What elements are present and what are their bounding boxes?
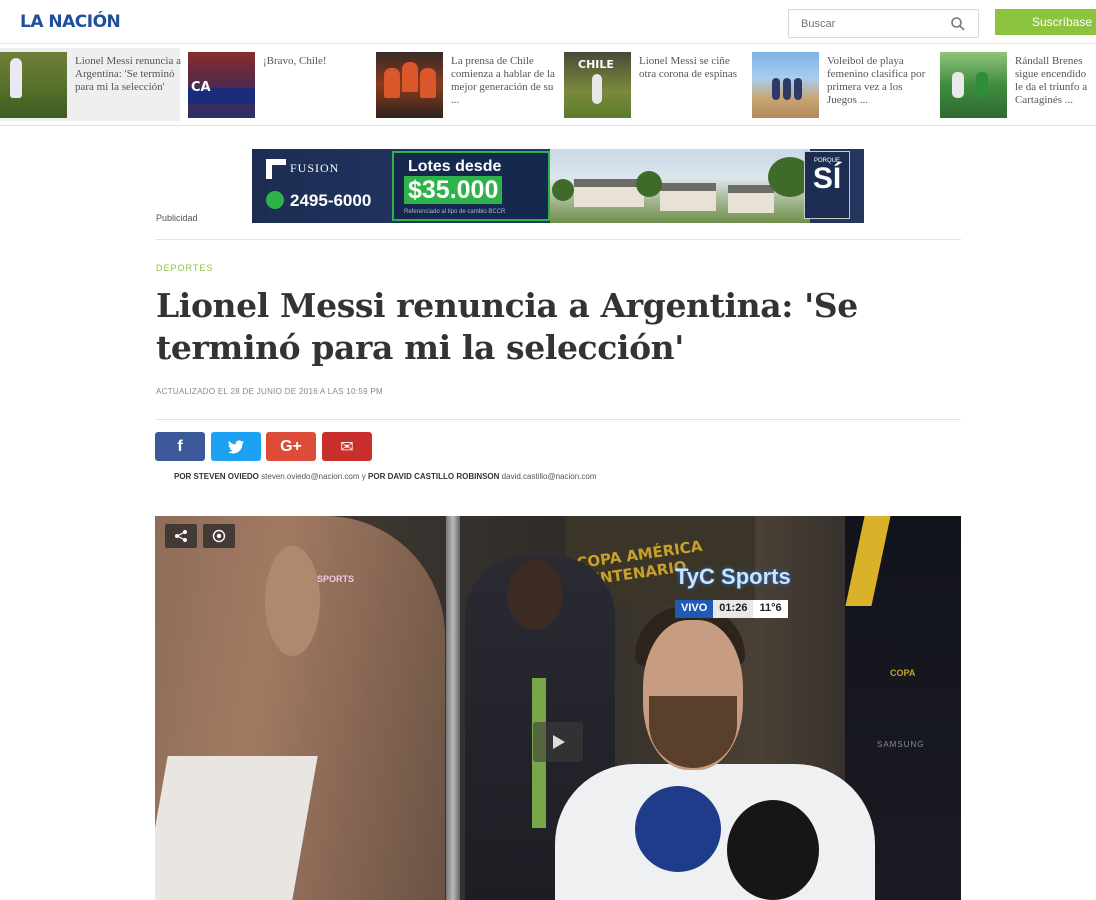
headline-thumbnail[interactable] <box>752 52 819 118</box>
captions-icon <box>212 529 226 543</box>
headline-caption[interactable]: La prensa de Chile comienza a hablar de … <box>451 55 559 107</box>
ad-photo <box>550 149 812 223</box>
tyc-sports-logo: TyC Sports <box>675 564 791 589</box>
headline-item[interactable]: La prensa de Chile comienza a hablar de … <box>376 48 556 121</box>
search-box[interactable] <box>788 9 979 38</box>
ad-tagline: PORQUE SÍ <box>804 151 850 219</box>
ad-banner[interactable]: FUSION 2495-6000 Lotes desde $35.000 Ref… <box>252 149 864 223</box>
headline-caption[interactable]: Lionel Messi se ciñe otra corona de espi… <box>639 55 747 81</box>
author-1-email[interactable]: steven.oviedo@nacion.com <box>261 472 359 481</box>
search-icon[interactable] <box>950 16 966 32</box>
share-icon <box>175 530 187 542</box>
googleplus-share-button[interactable]: G+ <box>266 432 316 461</box>
play-button[interactable] <box>533 722 583 762</box>
video-sponsor-text: SAMSUNG <box>877 740 925 749</box>
video-player[interactable]: COPA SAMSUNG COPA AMÉRICA CENTENARIO SPO… <box>155 516 961 900</box>
headline-thumbnail[interactable] <box>940 52 1007 118</box>
video-captions-button[interactable] <box>203 524 235 548</box>
video-share-button[interactable] <box>165 524 197 548</box>
search-input[interactable] <box>789 10 939 37</box>
live-indicator: VIVO 01:26 11°6 <box>675 600 788 618</box>
ad-offer: Lotes desde $35.000 Referenciado al tipo… <box>392 151 550 221</box>
headline-strip: Lionel Messi renuncia a Argentina: 'Se t… <box>0 48 1096 126</box>
facebook-share-button[interactable]: f <box>155 432 205 461</box>
site-logo[interactable]: LA NACIÓN <box>20 12 121 32</box>
email-share-button[interactable]: ✉ <box>322 432 372 461</box>
byline: POR STEVEN OVIEDO steven.oviedo@nacion.c… <box>174 472 597 481</box>
divider <box>155 239 961 240</box>
subscribe-button[interactable]: Suscríbase <box>995 9 1096 35</box>
headline-item[interactable]: Voleibol de playa femenino clasifica por… <box>752 48 932 121</box>
article-title: Lionel Messi renuncia a Argentina: 'Se t… <box>156 286 858 367</box>
ad-brand: FUSION <box>290 161 340 175</box>
headline-thumbnail[interactable] <box>376 52 443 118</box>
ad-phone: 2495-6000 <box>266 191 371 211</box>
headline-caption[interactable]: Lionel Messi renuncia a Argentina: 'Se t… <box>75 55 183 94</box>
play-icon <box>553 735 565 749</box>
headline-caption[interactable]: ¡Bravo, Chile! <box>263 55 371 68</box>
headline-thumbnail[interactable]: CA <box>188 52 255 118</box>
headline-item[interactable]: CHILE Lionel Messi se ciñe otra corona d… <box>564 48 744 121</box>
headline-thumbnail[interactable]: CHILE <box>564 52 631 118</box>
headline-item[interactable]: Lionel Messi renuncia a Argentina: 'Se t… <box>0 48 183 121</box>
facebook-icon: f <box>177 437 183 455</box>
headline-caption[interactable]: Voleibol de playa femenino clasifica por… <box>827 55 935 107</box>
twitter-share-button[interactable] <box>211 432 261 461</box>
googleplus-icon: G+ <box>280 437 302 455</box>
ad-label: Publicidad <box>156 213 198 223</box>
fusion-logo-icon <box>266 159 286 179</box>
video-mic-label: SPORTS <box>317 574 355 584</box>
divider <box>155 419 961 420</box>
whatsapp-icon <box>266 191 284 209</box>
article-updated: ACTUALIZADO EL 28 DE JUNIO DE 2016 A LAS… <box>156 387 383 396</box>
mail-icon: ✉ <box>340 438 354 456</box>
author-2-email[interactable]: david.castillo@nacion.com <box>502 472 597 481</box>
site-header: LA NACIÓN Suscríbase <box>0 0 1096 44</box>
headline-thumbnail[interactable] <box>0 52 67 118</box>
headline-caption[interactable]: Rándall Brenes sigue encendido le da el … <box>1015 55 1095 107</box>
author-1: POR STEVEN OVIEDO <box>174 472 259 481</box>
twitter-icon <box>228 439 244 453</box>
section-label[interactable]: DEPORTES <box>156 263 213 273</box>
video-side-sign: COPA <box>890 668 916 678</box>
headline-item[interactable]: Rándall Brenes sigue encendido le da el … <box>940 48 1096 121</box>
headline-item[interactable]: CA ¡Bravo, Chile! <box>188 48 368 121</box>
author-2: POR DAVID CASTILLO ROBINSON <box>368 472 500 481</box>
